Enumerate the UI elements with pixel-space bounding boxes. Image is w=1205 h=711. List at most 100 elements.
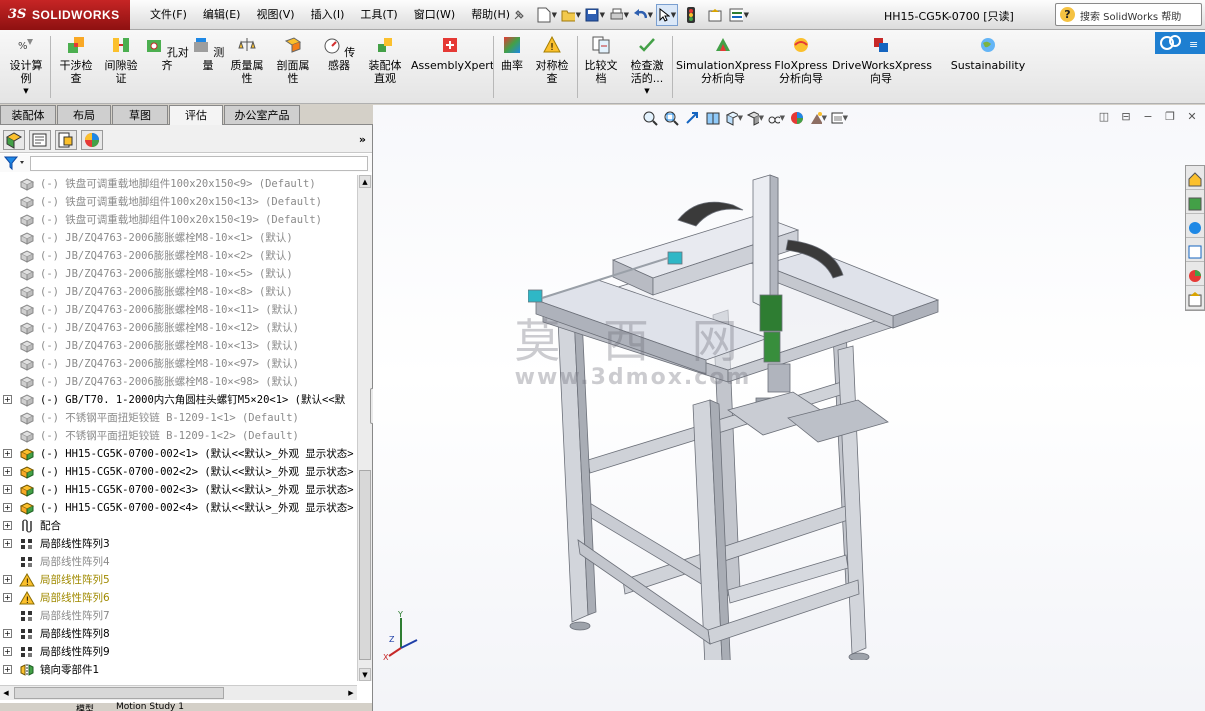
- tree-row[interactable]: (-) JB/ZQ4763-2006膨胀螺栓M8-10×<13> (默认): [0, 337, 356, 355]
- tree-row[interactable]: + 配合: [0, 517, 356, 535]
- tree-row[interactable]: + (-) HH15-CG5K-0700-002<4> (默认<<默认>_外观 显…: [0, 499, 356, 517]
- expand-toggle-icon[interactable]: +: [3, 503, 12, 512]
- expand-toggle-icon[interactable]: +: [3, 629, 12, 638]
- graphics-area[interactable]: ▼ ▼ ▼ ▼ ▼ ◫ ⊟ − ❐ ✕ 莫 西 网 www.3dmox.com …: [373, 105, 1205, 711]
- zoom-to-area-icon[interactable]: [662, 109, 680, 127]
- menu-insert[interactable]: 插入(I): [303, 0, 353, 30]
- tree-row[interactable]: + (-) HH15-CG5K-0700-002<3> (默认<<默认>_外观 显…: [0, 481, 356, 499]
- tree-row[interactable]: (-) JB/ZQ4763-2006膨胀螺栓M8-10×<2> (默认): [0, 247, 356, 265]
- menu-help[interactable]: 帮助(H): [463, 0, 518, 30]
- cloud-connect-button[interactable]: ≡: [1155, 32, 1205, 54]
- custom-properties-icon[interactable]: [1186, 288, 1204, 310]
- tree-row[interactable]: (-) JB/ZQ4763-2006膨胀螺栓M8-10×<98> (默认): [0, 373, 356, 391]
- tree-row[interactable]: (-) 铁盘可调重载地脚组件100x20x150<19> (Default): [0, 211, 356, 229]
- expand-toggle-icon[interactable]: +: [3, 647, 12, 656]
- driveworksxpress-button[interactable]: DriveWorksXpress 向导: [832, 36, 932, 85]
- view-orientation-icon[interactable]: ▼: [725, 109, 743, 127]
- pin-icon[interactable]: [512, 8, 528, 22]
- scroll-left-icon[interactable]: ◀: [0, 687, 12, 699]
- mass-properties-button[interactable]: 质量属 性: [226, 36, 268, 85]
- tree-row[interactable]: (-) JB/ZQ4763-2006膨胀螺栓M8-10×<1> (默认): [0, 229, 356, 247]
- tree-filter[interactable]: [0, 154, 372, 172]
- design-library-icon[interactable]: [1186, 192, 1204, 214]
- file-explorer-icon[interactable]: [1186, 216, 1204, 238]
- assemblyxpert-button[interactable]: AssemblyXpert: [411, 36, 494, 72]
- display-manager-tab-icon[interactable]: [81, 130, 103, 150]
- options-icon[interactable]: ▼: [728, 4, 750, 26]
- scroll-thumb[interactable]: [359, 470, 371, 660]
- solidworks-logo[interactable]: 3S SOLIDWORKS: [0, 0, 130, 30]
- tree-row[interactable]: (-) 铁盘可调重载地脚组件100x20x150<13> (Default): [0, 193, 356, 211]
- link-views-icon[interactable]: ⊟: [1119, 111, 1133, 123]
- tree-row[interactable]: (-) JB/ZQ4763-2006膨胀螺栓M8-10×<12> (默认): [0, 319, 356, 337]
- tab-assembly[interactable]: 装配体: [0, 105, 56, 124]
- expand-toggle-icon[interactable]: +: [3, 539, 12, 548]
- property-manager-tab-icon[interactable]: [29, 130, 51, 150]
- expand-toggle-icon[interactable]: +: [3, 593, 12, 602]
- tree-row[interactable]: (-) 铁盘可调重载地脚组件100x20x150<9> (Default): [0, 175, 356, 193]
- horizontal-scroll-thumb[interactable]: [14, 687, 224, 699]
- tree-vertical-scrollbar[interactable]: ▲ ▼: [357, 175, 372, 681]
- expand-toggle-icon[interactable]: +: [3, 521, 12, 530]
- menu-edit[interactable]: 编辑(E): [195, 0, 249, 30]
- tab-office-products[interactable]: 办公室产品: [224, 105, 300, 124]
- check-active-document-button[interactable]: 检查激 活的... ▼: [624, 36, 670, 98]
- tree-row[interactable]: (-) JB/ZQ4763-2006膨胀螺栓M8-10×<8> (默认): [0, 283, 356, 301]
- tree-row[interactable]: + 局部线性阵列3: [0, 535, 356, 553]
- split-view-icon[interactable]: ◫: [1097, 111, 1111, 123]
- feature-manager-tab-icon[interactable]: [3, 130, 25, 150]
- apply-scene-icon[interactable]: ▼: [809, 109, 827, 127]
- tree-row[interactable]: + (-) HH15-CG5K-0700-002<2> (默认<<默认>_外观 显…: [0, 463, 356, 481]
- appearances-icon[interactable]: [1186, 264, 1204, 286]
- tree-row[interactable]: (-) JB/ZQ4763-2006膨胀螺栓M8-10×<5> (默认): [0, 265, 356, 283]
- sustainability-button[interactable]: Sustainability: [948, 36, 1028, 72]
- display-style-icon[interactable]: ▼: [746, 109, 764, 127]
- design-study-button[interactable]: % 设计算 例 ▼: [4, 36, 48, 98]
- save-icon[interactable]: ▼: [584, 4, 606, 26]
- tree-row[interactable]: + (-) HH15-CG5K-0700-002<1> (默认<<默认>_外观 显…: [0, 445, 356, 463]
- sensor-button[interactable]: 传感器: [318, 36, 360, 72]
- tree-row[interactable]: 局部线性阵列4: [0, 553, 356, 571]
- assembly-visualization-button[interactable]: 装配体 直观: [362, 36, 408, 85]
- new-document-icon[interactable]: ▼: [536, 4, 558, 26]
- interference-detection-button[interactable]: 干涉检 查: [55, 36, 97, 85]
- configuration-manager-tab-icon[interactable]: [55, 130, 77, 150]
- tree-row[interactable]: + 镜向零部件1: [0, 661, 356, 679]
- tree-row[interactable]: 局部线性阵列7: [0, 607, 356, 625]
- compare-documents-button[interactable]: 比较文 档: [580, 36, 622, 85]
- restore-icon[interactable]: ❐: [1163, 111, 1177, 123]
- gantry-assembly-model[interactable]: [528, 160, 1088, 660]
- tree-row[interactable]: + 局部线性阵列8: [0, 625, 356, 643]
- tree-row[interactable]: (-) JB/ZQ4763-2006膨胀螺栓M8-10×<97> (默认): [0, 355, 356, 373]
- rebuild-traffic-light-icon[interactable]: [680, 4, 702, 26]
- minimize-icon[interactable]: −: [1141, 111, 1155, 123]
- expand-panel-icon[interactable]: »: [359, 133, 366, 146]
- tab-sketch[interactable]: 草图: [112, 105, 168, 124]
- simulationxpress-button[interactable]: SimulationXpress 分析向导: [676, 36, 772, 85]
- section-properties-button[interactable]: 剖面属 性: [272, 36, 314, 85]
- undo-icon[interactable]: ▼: [632, 4, 654, 26]
- symmetry-check-button[interactable]: ! 对称检 查: [530, 35, 574, 85]
- scroll-right-icon[interactable]: ▶: [345, 687, 357, 699]
- view-settings-icon[interactable]: ▼: [830, 109, 848, 127]
- solidworks-resources-icon[interactable]: [1186, 168, 1204, 190]
- expand-toggle-icon[interactable]: +: [3, 395, 12, 404]
- tree-row[interactable]: (-) JB/ZQ4763-2006膨胀螺栓M8-10×<11> (默认): [0, 301, 356, 319]
- previous-view-icon[interactable]: [683, 109, 701, 127]
- tree-row[interactable]: + (-) GB/T70. 1-2000内六角圆柱头螺钉M5×20<1> (默认<…: [0, 391, 356, 409]
- clearance-verification-button[interactable]: 间隙验 证: [99, 36, 143, 85]
- expand-toggle-icon[interactable]: +: [3, 467, 12, 476]
- select-arrow-icon[interactable]: ▼: [656, 4, 678, 26]
- filter-input[interactable]: [30, 156, 368, 171]
- tree-row[interactable]: +! 局部线性阵列6: [0, 589, 356, 607]
- print-icon[interactable]: ▼: [608, 4, 630, 26]
- view-palette-icon[interactable]: [1186, 240, 1204, 262]
- section-view-icon[interactable]: [704, 109, 722, 127]
- tab-layout[interactable]: 布局: [57, 105, 111, 124]
- hide-show-items-icon[interactable]: ▼: [767, 109, 785, 127]
- menu-window[interactable]: 窗口(W): [406, 0, 463, 30]
- expand-toggle-icon[interactable]: +: [3, 485, 12, 494]
- menu-tools[interactable]: 工具(T): [352, 0, 405, 30]
- file-properties-icon[interactable]: [704, 4, 726, 26]
- scroll-down-icon[interactable]: ▼: [359, 668, 371, 681]
